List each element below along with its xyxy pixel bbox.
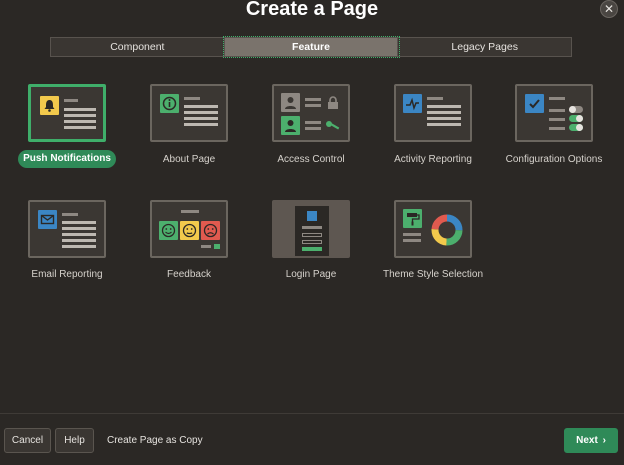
feature-label-push-notifications[interactable]: Push Notifications [18, 150, 116, 168]
feature-label-configuration-options[interactable]: Configuration Options [499, 153, 609, 166]
feature-tile-login-page[interactable] [272, 200, 350, 258]
feature-tile-email-reporting[interactable] [28, 200, 106, 258]
feature-label-about-page[interactable]: About Page [134, 153, 244, 166]
bell-icon [40, 96, 59, 115]
login-form-icon [295, 206, 329, 256]
envelope-icon [38, 210, 57, 229]
key-icon [325, 119, 341, 138]
feature-tile-activity-reporting[interactable] [394, 84, 472, 142]
feature-tile-push-notifications[interactable] [28, 84, 106, 142]
feature-label-feedback[interactable]: Feedback [134, 268, 244, 281]
activity-chart-icon [403, 94, 422, 113]
chevron-right-icon: › [602, 435, 606, 446]
feature-label-activity-reporting[interactable]: Activity Reporting [378, 153, 488, 166]
feature-label-email-reporting[interactable]: Email Reporting [12, 268, 122, 281]
help-button[interactable]: Help [55, 428, 94, 453]
feature-tile-about-page[interactable] [150, 84, 228, 142]
feature-tile-feedback[interactable] [150, 200, 228, 258]
next-label: Next [576, 435, 598, 446]
feature-tile-theme-style-selection[interactable] [394, 200, 472, 258]
paint-roller-icon [403, 209, 422, 228]
footer-divider [0, 413, 624, 414]
feature-grid: Push Notifications About Page Access Con… [0, 0, 624, 400]
checkbox-toggle-icon [525, 94, 544, 113]
neutral-face-icon [180, 221, 199, 240]
feature-label-access-control[interactable]: Access Control [256, 153, 366, 166]
user-icon [281, 93, 300, 112]
next-button[interactable]: Next › [564, 428, 618, 453]
sad-face-icon [201, 221, 220, 240]
feature-tile-configuration-options[interactable] [515, 84, 593, 142]
feature-label-theme-style-selection[interactable]: Theme Style Selection [378, 268, 488, 281]
feature-tile-access-control[interactable] [272, 84, 350, 142]
donut-chart-icon [429, 212, 465, 253]
create-page-as-copy-button[interactable]: Create Page as Copy [107, 428, 203, 453]
lock-icon [326, 96, 340, 115]
user-icon-green [281, 116, 300, 135]
feature-label-login-page[interactable]: Login Page [256, 268, 366, 281]
happy-face-icon [159, 221, 178, 240]
cancel-button[interactable]: Cancel [4, 428, 51, 453]
info-icon [160, 94, 179, 113]
